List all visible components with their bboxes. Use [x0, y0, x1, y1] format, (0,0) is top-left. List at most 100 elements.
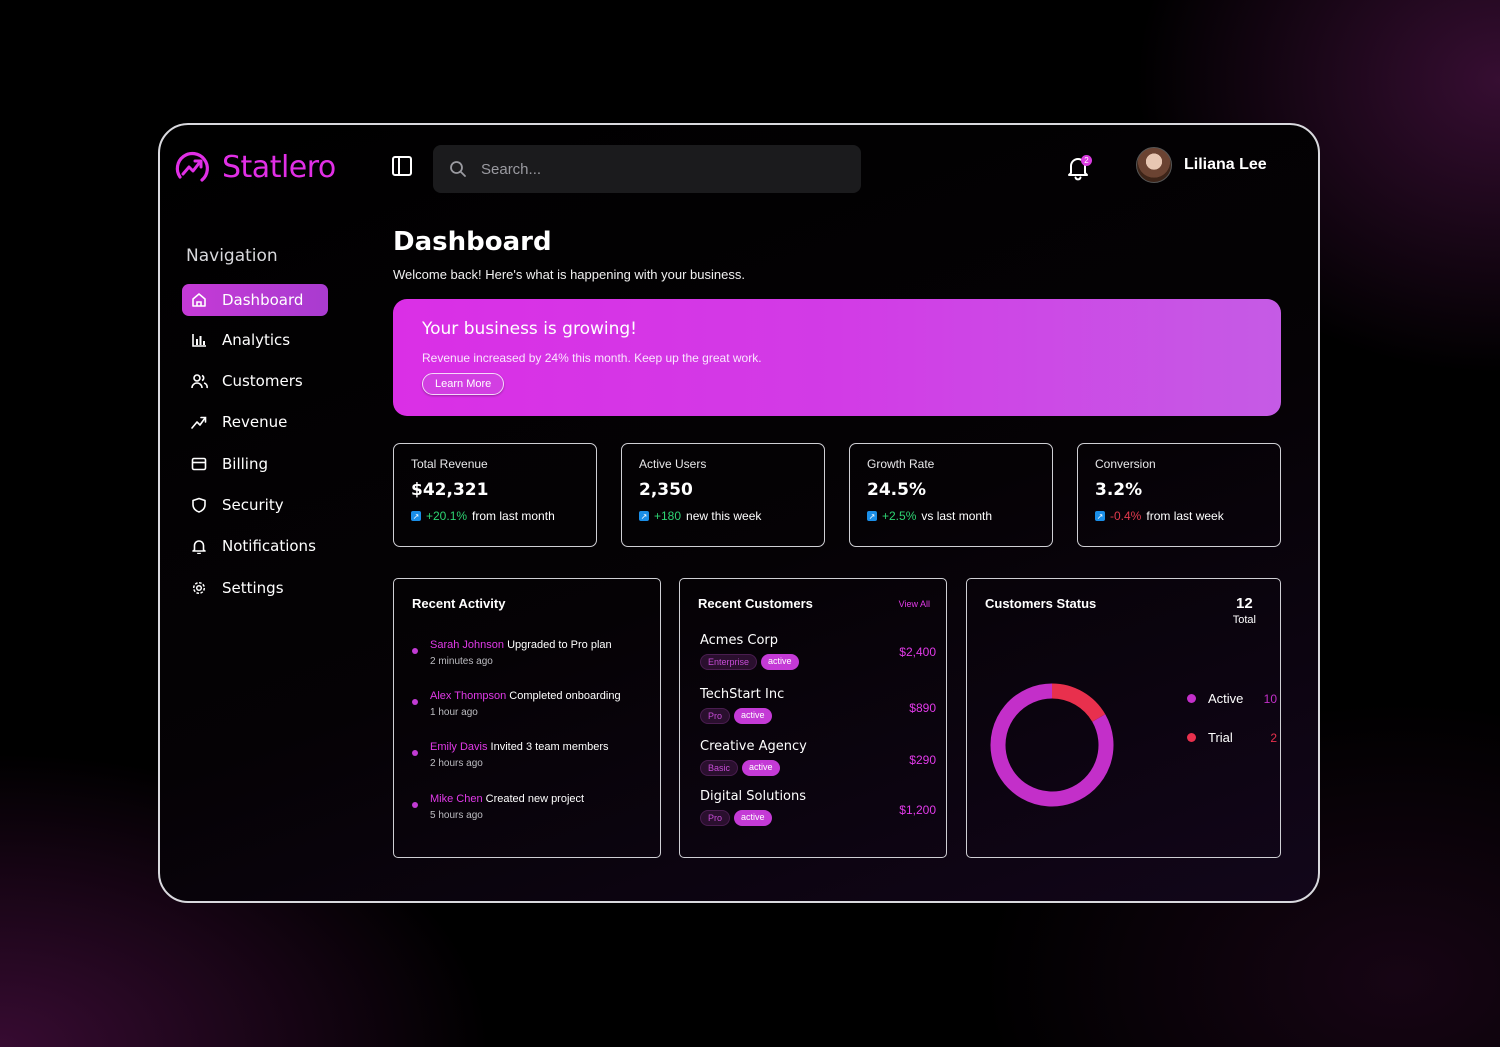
trend-up-icon: ↗	[411, 511, 421, 521]
list-item[interactable]: Sarah Johnson Upgraded to Pro plan 2 min…	[412, 639, 612, 667]
status-total: 12 Total	[1233, 595, 1256, 626]
activity-action: Invited 3 team members	[490, 741, 609, 753]
sidebar-item-revenue[interactable]: Revenue	[182, 406, 328, 438]
status-badge: active	[761, 654, 799, 670]
notifications-button[interactable]: 2	[1066, 155, 1092, 183]
stat-value: 2,350	[639, 480, 693, 500]
sidebar-item-notifications[interactable]: Notifications	[182, 530, 328, 562]
donut-slice-trial	[1051, 683, 1106, 723]
sidebar-item-customers[interactable]: Customers	[182, 365, 328, 397]
learn-more-button[interactable]: Learn More	[422, 373, 505, 395]
stat-label: Growth Rate	[867, 457, 935, 471]
stat-change-value: +2.5%	[882, 509, 917, 523]
search-input[interactable]	[481, 160, 821, 178]
customers-status-panel: Customers Status 12 Total Active 10 Tria…	[966, 578, 1281, 858]
legend-label: Trial	[1208, 730, 1233, 745]
stat-card-active-users: Active Users 2,350 ↗ +180 new this week	[621, 443, 825, 547]
table-row[interactable]: Creative Agency Basic active $290	[700, 739, 936, 776]
brand-logo[interactable]: Statlero	[172, 147, 336, 187]
trend-up-icon: ↗	[639, 511, 649, 521]
sidebar-item-label: Revenue	[222, 413, 288, 431]
banner-heading: Your business is growing!	[422, 319, 637, 339]
gear-icon	[190, 579, 208, 597]
status-badge: active	[734, 810, 772, 826]
legend-item-trial: Trial 2	[1187, 730, 1277, 745]
activity-user[interactable]: Emily Davis	[430, 741, 487, 753]
search-bar[interactable]	[433, 145, 861, 193]
sidebar-item-analytics[interactable]: Analytics	[182, 324, 328, 356]
page-subtitle: Welcome back! Here's what is happening w…	[393, 267, 745, 282]
activity-user[interactable]: Mike Chen	[430, 793, 483, 805]
legend-dot	[1187, 733, 1196, 742]
sidebar-item-billing[interactable]: Billing	[182, 448, 328, 480]
activity-dot	[412, 699, 418, 705]
activity-dot	[412, 648, 418, 654]
table-row[interactable]: Acmes Corp Enterprise active $2,400	[700, 633, 936, 670]
stat-label: Active Users	[639, 457, 707, 471]
legend-value: 10	[1263, 691, 1277, 706]
stat-change-value: -0.4%	[1110, 509, 1142, 523]
customers-donut-chart	[990, 683, 1114, 807]
list-item[interactable]: Alex Thompson Completed onboarding 1 hou…	[412, 690, 621, 718]
sidebar-item-label: Dashboard	[222, 291, 304, 309]
status-badge: active	[734, 708, 772, 724]
brand-name: Statlero	[222, 149, 336, 185]
view-all-link[interactable]: View All	[899, 599, 930, 609]
sidebar-item-settings[interactable]: Settings	[182, 572, 328, 604]
plan-badge: Pro	[700, 708, 731, 724]
users-icon	[190, 372, 208, 390]
sidebar-item-dashboard[interactable]: Dashboard	[182, 284, 328, 316]
trending-up-icon	[190, 413, 208, 431]
activity-action: Completed onboarding	[509, 690, 621, 702]
activity-action: Created new project	[485, 793, 585, 805]
stat-change: ↗ +20.1% from last month	[411, 509, 579, 523]
recent-activity-panel: Recent Activity Sarah Johnson Upgraded t…	[393, 578, 661, 858]
bell-icon	[190, 537, 208, 555]
sidebar-item-label: Customers	[222, 372, 303, 390]
activity-action: Upgraded to Pro plan	[507, 639, 612, 651]
list-item[interactable]: Mike Chen Created new project 5 hours ag…	[412, 793, 584, 821]
table-row[interactable]: Digital Solutions Pro active $1,200	[700, 789, 936, 826]
stat-value: $42,321	[411, 480, 489, 500]
list-item[interactable]: Emily Davis Invited 3 team members 2 hou…	[412, 741, 609, 769]
stat-change-text: from last month	[472, 509, 555, 523]
avatar	[1136, 147, 1172, 183]
sidebar-toggle-icon[interactable]	[392, 156, 412, 176]
sidebar-item-security[interactable]: Security	[182, 489, 328, 521]
table-row[interactable]: TechStart Inc Pro active $890	[700, 687, 936, 724]
credit-card-icon	[190, 455, 208, 473]
stat-card-total-revenue: Total Revenue $42,321 ↗ +20.1% from last…	[393, 443, 597, 547]
legend-dot	[1187, 694, 1196, 703]
customer-name: Creative Agency	[700, 739, 807, 754]
user-menu[interactable]: Liliana Lee	[1136, 147, 1267, 183]
stat-value: 24.5%	[867, 480, 926, 500]
sidebar-item-label: Settings	[222, 579, 284, 597]
activity-dot	[412, 802, 418, 808]
plan-badge: Enterprise	[700, 654, 758, 670]
panel-title: Recent Activity	[412, 596, 506, 611]
trend-up-icon: ↗	[867, 511, 877, 521]
page-title: Dashboard	[393, 227, 552, 257]
plan-badge: Basic	[700, 760, 739, 776]
activity-time: 1 hour ago	[430, 707, 478, 718]
nav-heading: Navigation	[186, 246, 278, 266]
home-icon	[190, 291, 208, 309]
legend-label: Active	[1208, 691, 1244, 706]
customer-name: TechStart Inc	[700, 687, 785, 702]
stat-label: Total Revenue	[411, 457, 488, 471]
notification-badge: 2	[1081, 155, 1092, 166]
sidebar-item-label: Analytics	[222, 331, 291, 349]
app-window: Statlero 2 Liliana Lee Navigation Dashbo…	[158, 123, 1320, 903]
sidebar-item-label: Notifications	[222, 537, 316, 555]
stat-change: ↗ +2.5% vs last month	[867, 509, 1035, 523]
activity-time: 2 hours ago	[430, 758, 483, 769]
sidebar-item-label: Billing	[222, 455, 268, 473]
total-count: 12	[1236, 595, 1253, 612]
stat-card-growth-rate: Growth Rate 24.5% ↗ +2.5% vs last month	[849, 443, 1053, 547]
activity-user[interactable]: Alex Thompson	[430, 690, 506, 702]
activity-user[interactable]: Sarah Johnson	[430, 639, 504, 651]
trend-up-icon: ↗	[1095, 511, 1105, 521]
plan-badge: Pro	[700, 810, 731, 826]
activity-dot	[412, 750, 418, 756]
stat-change-value: +20.1%	[426, 509, 468, 523]
